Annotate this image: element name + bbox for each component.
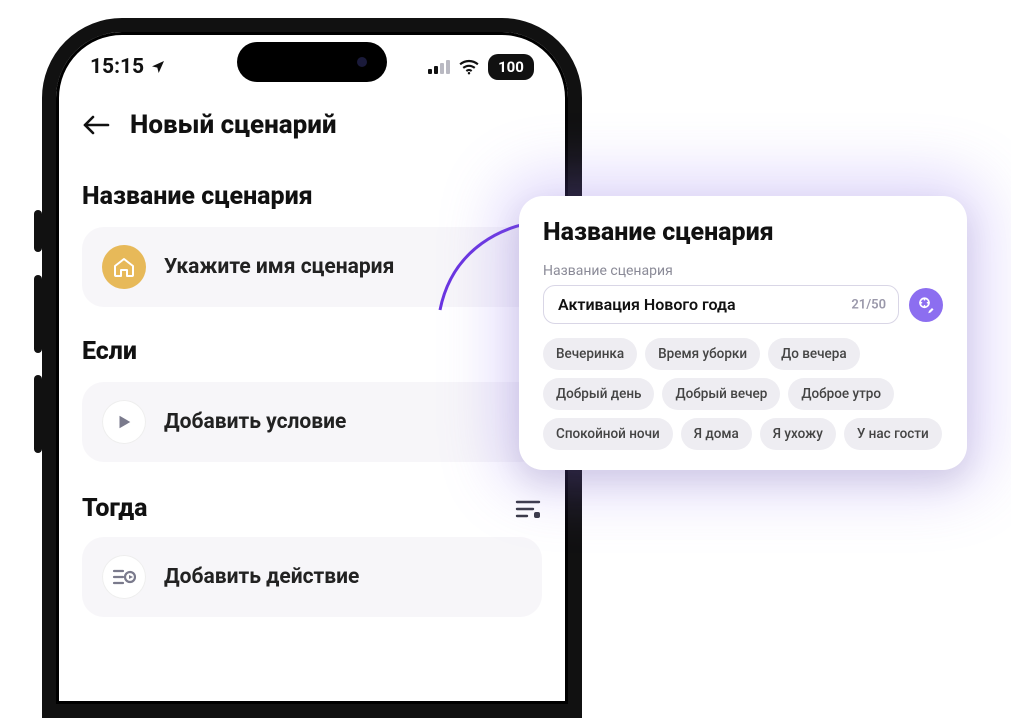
suggestion-chip[interactable]: Вечеринка [543, 338, 637, 370]
char-counter: 21/50 [851, 297, 886, 312]
suggestion-chip[interactable]: Доброе утро [788, 378, 894, 410]
list-options-icon[interactable] [514, 495, 542, 523]
scenario-name-label: Укажите имя сценария [164, 255, 394, 279]
phone-volume-down [34, 375, 42, 453]
screen: Новый сценарий Название сценария Укажите… [56, 92, 568, 617]
home-icon [102, 245, 146, 289]
scenario-name-popover: Название сценария Название сценария Акти… [519, 196, 967, 470]
suggestion-chip[interactable]: Я ухожу [760, 418, 836, 450]
wifi-icon [458, 59, 480, 75]
phone-volume-up [34, 275, 42, 353]
popover-field-label: Название сценария [543, 263, 943, 279]
back-button[interactable] [82, 110, 112, 140]
add-condition-label: Добавить условие [164, 410, 346, 434]
phone-side-button [34, 210, 42, 252]
dynamic-island [237, 42, 387, 82]
nav-bar: Новый сценарий [82, 102, 542, 164]
section-then-heading: Тогда [82, 494, 147, 523]
suggestion-chip[interactable]: Добрый вечер [662, 378, 780, 410]
section-name-heading: Название сценария [82, 182, 542, 211]
action-icon [102, 555, 146, 599]
location-icon [150, 59, 166, 75]
add-condition-row[interactable]: Добавить условие [82, 382, 542, 462]
edit-icon-button[interactable] [909, 288, 943, 322]
scenario-name-input[interactable]: Активация Нового года 21/50 [543, 285, 899, 324]
suggestion-chip[interactable]: Спокойной ночи [543, 418, 673, 450]
add-action-label: Добавить действие [164, 565, 359, 589]
suggestion-chip[interactable]: У нас гости [844, 418, 942, 450]
add-action-row[interactable]: Добавить действие [82, 537, 542, 617]
suggestion-chip[interactable]: Я дома [681, 418, 752, 450]
signal-icon [428, 60, 450, 74]
suggestion-chip[interactable]: До вечера [768, 338, 860, 370]
status-time: 15:15 [90, 55, 144, 79]
scenario-name-row[interactable]: Укажите имя сценария [82, 227, 542, 307]
suggestion-chip[interactable]: Добрый день [543, 378, 654, 410]
page-title: Новый сценарий [130, 110, 337, 140]
section-if-heading: Если [82, 337, 542, 366]
phone-frame: 15:15 100 Новый сценарий Название сценар… [42, 18, 582, 718]
battery-indicator: 100 [488, 54, 534, 80]
suggestion-chip[interactable]: Время уборки [645, 338, 760, 370]
popover-title: Название сценария [543, 218, 943, 247]
scenario-name-value: Активация Нового года [558, 295, 736, 314]
suggestion-chips: ВечеринкаВремя уборкиДо вечера Добрый ден… [543, 338, 943, 450]
play-icon [102, 400, 146, 444]
